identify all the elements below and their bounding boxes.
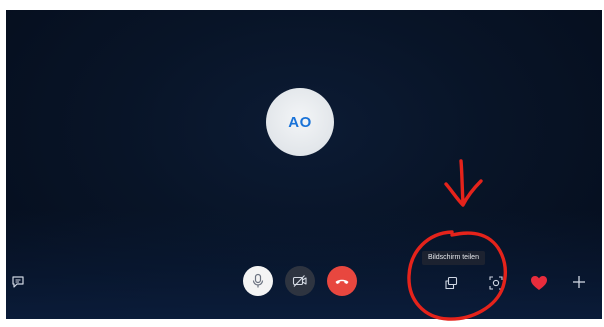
reaction-button[interactable] [487,274,505,292]
participant-avatar: AO [266,88,334,156]
reaction-icon [489,276,503,290]
microphone-button[interactable] [243,266,273,296]
add-button[interactable] [570,273,588,291]
end-call-icon [335,279,349,284]
controls-backdrop [6,209,602,319]
screenshot-frame: AO Bildschirm teilen [0,0,604,327]
end-call-button[interactable] [327,266,357,296]
share-screen-icon [445,276,458,290]
avatar-initials: AO [288,113,312,131]
heart-button[interactable] [529,274,549,292]
microphone-icon [252,273,264,288]
plus-icon [573,276,585,288]
chat-icon [12,276,24,288]
camera-off-icon [292,275,307,287]
share-screen-button[interactable] [442,274,460,292]
heart-icon [531,276,547,290]
camera-toggle-button[interactable] [285,266,315,296]
share-screen-tooltip: Bildschirm teilen [422,251,485,265]
chat-button[interactable] [10,274,26,290]
